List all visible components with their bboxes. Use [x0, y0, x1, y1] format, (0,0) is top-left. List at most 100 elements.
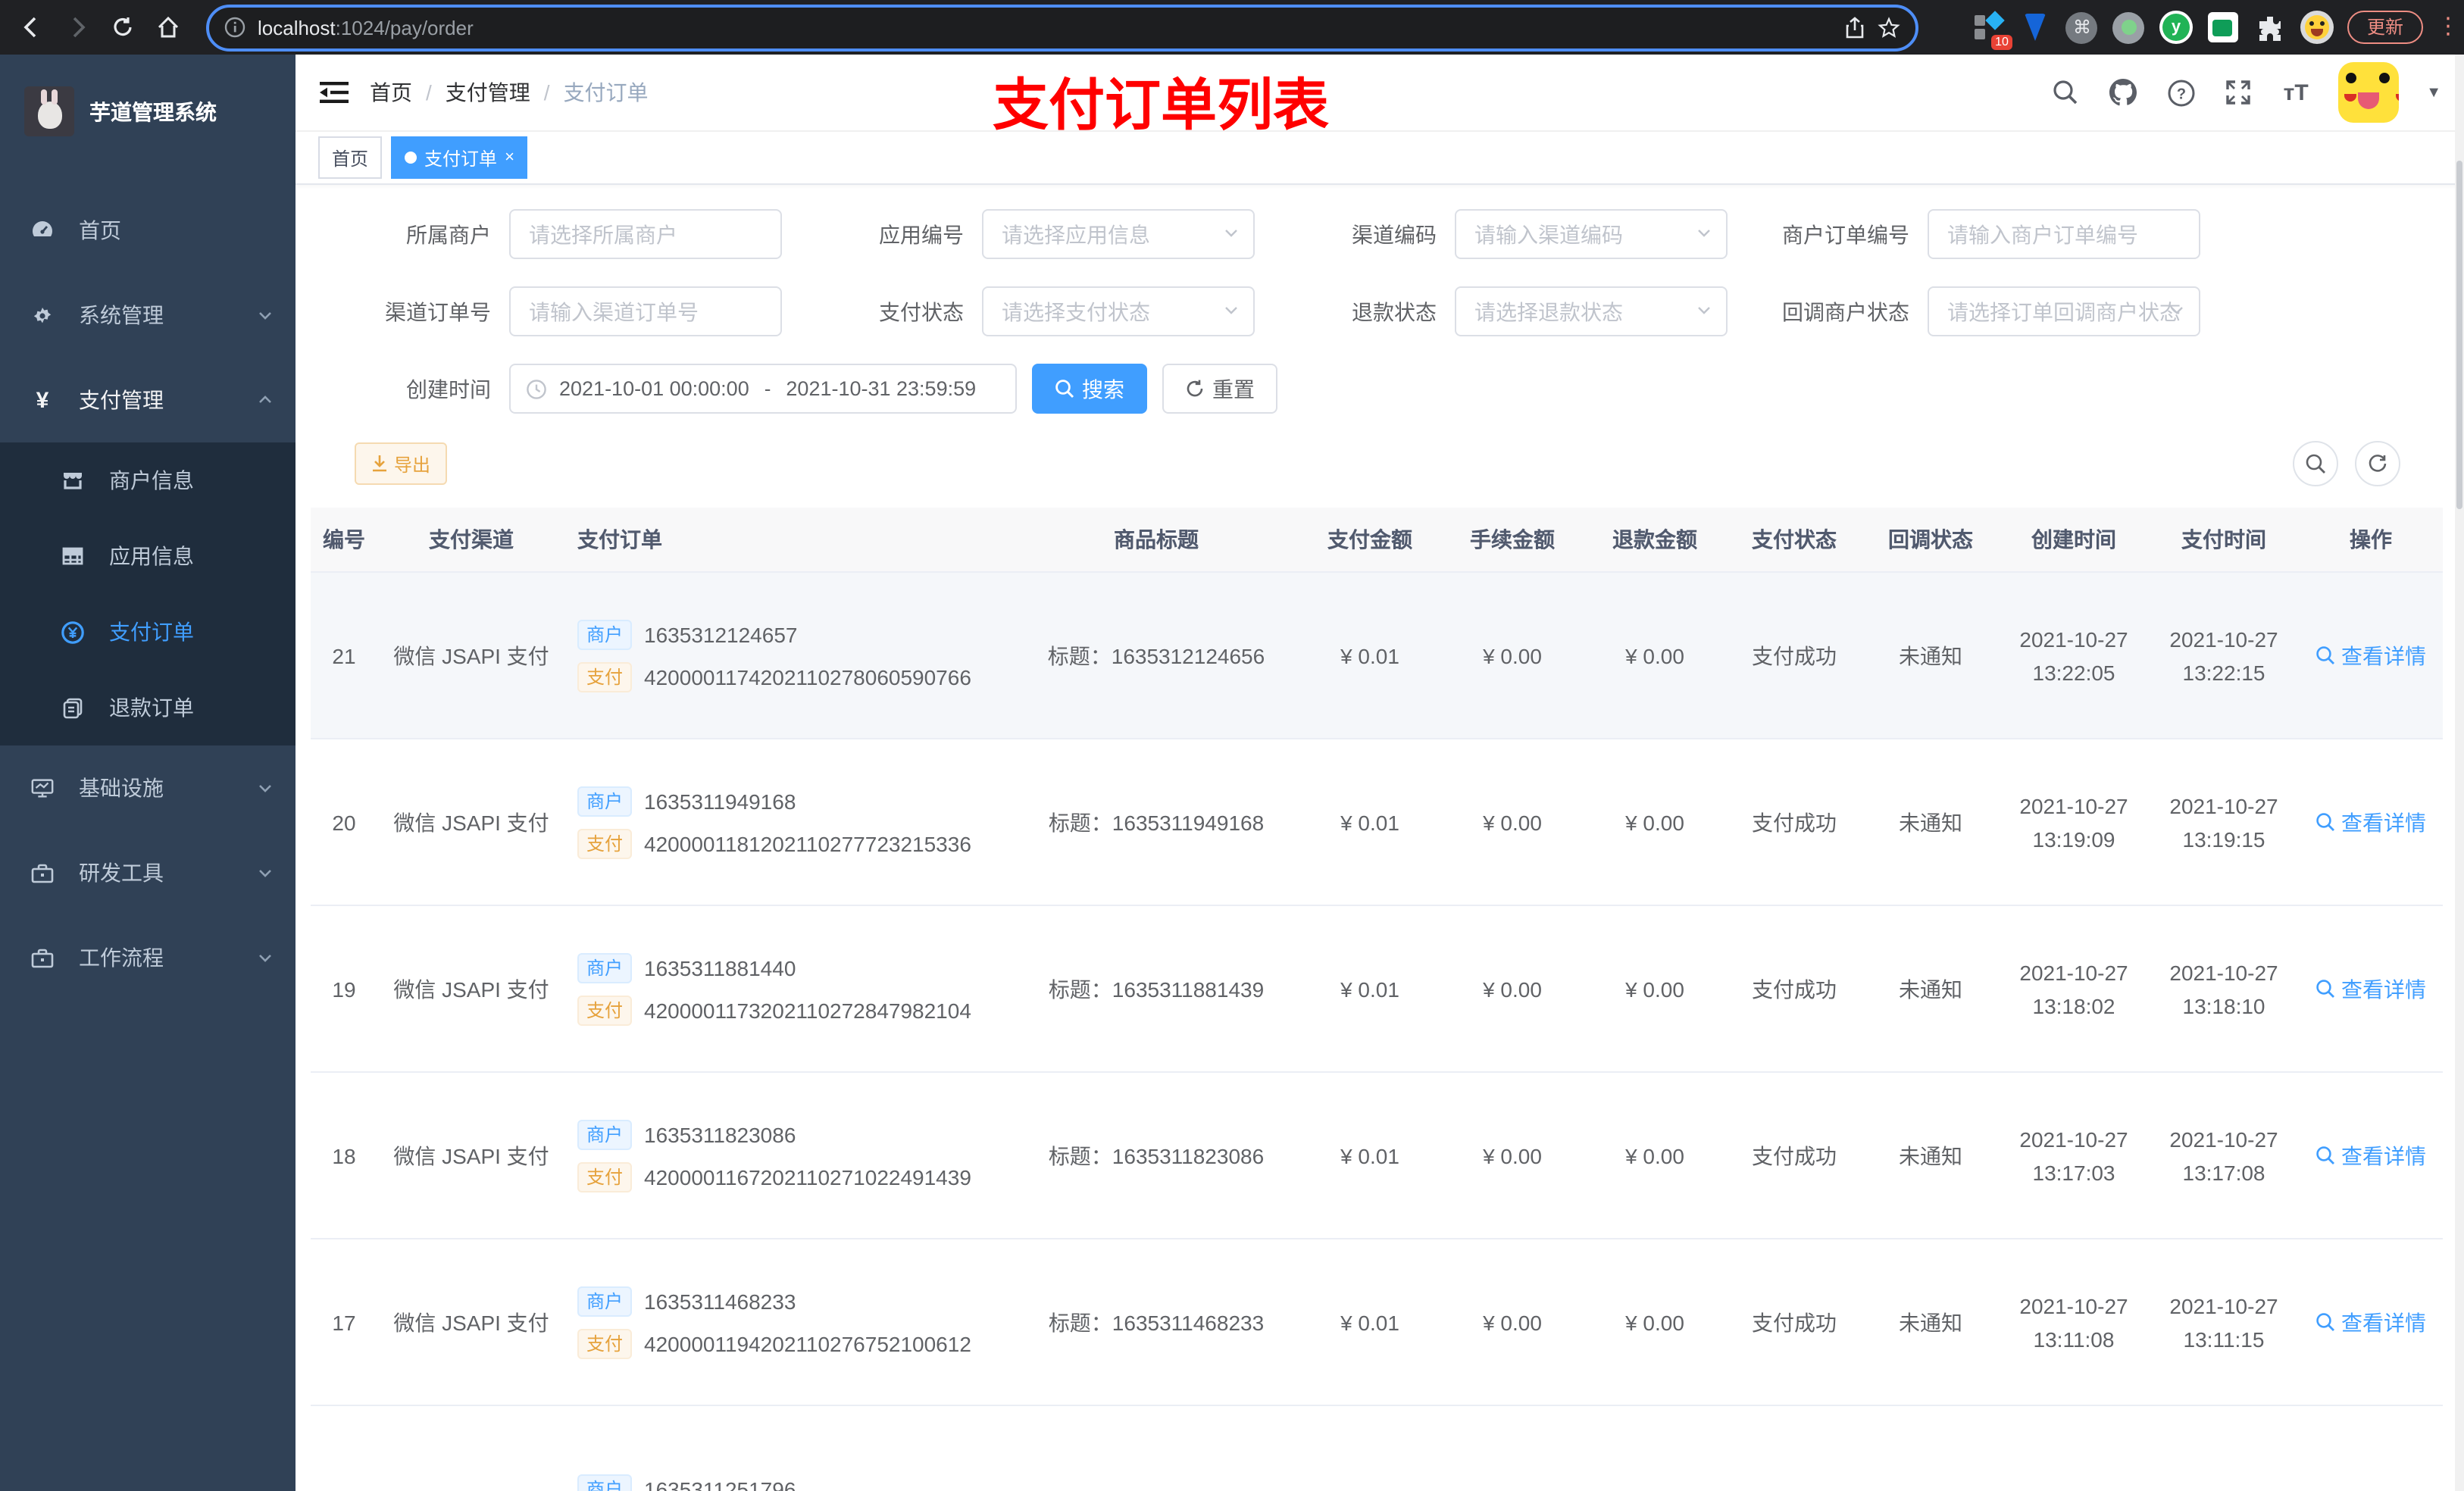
filter-select[interactable] — [1455, 286, 1728, 336]
url-bar[interactable]: localhost:1024/pay/order — [206, 4, 1918, 51]
pay-tag: 支付 — [577, 1161, 633, 1192]
share-icon[interactable] — [1844, 16, 1865, 39]
filter-input-field[interactable] — [1928, 209, 2200, 259]
extensions-puzzle-icon[interactable] — [2253, 11, 2287, 44]
bookmark-star-icon[interactable] — [1878, 16, 1900, 39]
chrome-update-button[interactable]: 更新 — [2347, 11, 2423, 44]
profile-avatar[interactable] — [2300, 11, 2334, 44]
reload-icon[interactable] — [103, 8, 142, 47]
filter-input[interactable] — [509, 286, 782, 336]
pay-order-line: 支付 4200001174202110278060590766 — [577, 661, 1008, 692]
cell-payStatus: 支付成功 — [1726, 1072, 1862, 1239]
extension-kite-icon[interactable] — [2018, 11, 2052, 44]
refresh-table-button[interactable] — [2355, 441, 2400, 486]
help-icon[interactable]: ? — [2165, 77, 2196, 108]
sidebar-item-dev-tools[interactable]: 研发工具 — [0, 830, 295, 915]
cell-amount: ¥ 0.01 — [1299, 739, 1441, 906]
filter-select[interactable] — [982, 286, 1255, 336]
tag-view-pay-order[interactable]: 支付订单 × — [391, 136, 528, 179]
cell-notifyStatus: 未通知 — [1862, 739, 1999, 906]
extension-chat-icon[interactable] — [2206, 11, 2240, 44]
sidebar-item-home[interactable]: 首页 — [0, 188, 295, 273]
cell-amount: ¥ 0.01 — [1299, 1239, 1441, 1406]
merchant-order-no: 1635312124657 — [644, 622, 798, 646]
filter-label: 退款状态 — [1352, 299, 1437, 324]
home-icon[interactable] — [149, 8, 188, 47]
sidebar-toggle-icon[interactable] — [318, 77, 349, 108]
page-scrollbar[interactable] — [2455, 55, 2464, 1491]
filter-label: 商户订单编号 — [1782, 222, 1909, 246]
view-detail-link[interactable]: 查看详情 — [2315, 807, 2426, 837]
forward-icon[interactable] — [58, 8, 97, 47]
app-logo[interactable]: 芋道管理系统 — [0, 55, 295, 167]
filter-select[interactable] — [982, 209, 1255, 259]
filter-input[interactable] — [509, 209, 782, 259]
filter-input-field[interactable] — [509, 209, 782, 259]
breadcrumb-payment[interactable]: 支付管理 — [446, 77, 530, 108]
search-button[interactable]: 搜索 — [1032, 364, 1147, 414]
cell-refund: ¥ 0.00 — [1584, 1239, 1726, 1406]
sidebar-item-payment[interactable]: ¥ 支付管理 — [0, 358, 295, 442]
header-search-icon[interactable] — [2050, 77, 2081, 108]
export-button[interactable]: 导出 — [355, 442, 448, 485]
close-icon[interactable]: × — [505, 148, 514, 166]
filter-input-field[interactable] — [982, 286, 1255, 336]
extension-devtools-icon[interactable]: 10 — [1972, 11, 2012, 50]
filter-input-field[interactable] — [1455, 286, 1728, 336]
tag-view-home[interactable]: 首页 — [318, 136, 383, 179]
view-detail-link[interactable]: 查看详情 — [2315, 1307, 2426, 1337]
cell-fee: ¥ 0.00 — [1441, 572, 1584, 739]
column-header-createTime: 创建时间 — [1999, 508, 2149, 573]
filter-input-field[interactable] — [982, 209, 1255, 259]
cell-refund: ¥ 0.00 — [1584, 572, 1726, 739]
view-detail-link[interactable]: 查看详情 — [2315, 1140, 2426, 1171]
cell-action: 查看详情 — [2299, 1239, 2443, 1406]
sidebar-item-merchant-info[interactable]: 商户信息 — [0, 442, 295, 518]
date-range-input[interactable]: 2021-10-01 00:00:00 - 2021-10-31 23:59:5… — [509, 364, 1017, 414]
filter-select[interactable] — [1928, 286, 2200, 336]
fullscreen-icon[interactable] — [2223, 77, 2253, 108]
view-detail-link[interactable]: 查看详情 — [2315, 640, 2426, 670]
sidebar-item-infrastructure[interactable]: 基础设施 — [0, 746, 295, 830]
user-avatar[interactable] — [2338, 62, 2400, 123]
sidebar-item-app-info[interactable]: 应用信息 — [0, 518, 295, 594]
cell-createTime: 2021-10-27 13:17:03 — [1999, 1072, 2149, 1239]
extension-command-icon[interactable]: ⌘ — [2065, 11, 2099, 44]
cell-amount: ¥ 0.01 — [1299, 1072, 1441, 1239]
cell-payStatus: 支付成功 — [1726, 572, 1862, 739]
filter-input-field[interactable] — [1928, 286, 2200, 336]
sidebar-item-pay-order[interactable]: 支付订单 — [0, 594, 295, 670]
filter-input-field[interactable] — [1455, 209, 1728, 259]
table-toolbar: 导出 — [311, 441, 2449, 486]
column-header-refund: 退款金额 — [1584, 508, 1726, 573]
filter-input[interactable] — [1928, 209, 2200, 259]
reset-button[interactable]: 重置 — [1162, 364, 1277, 414]
font-size-icon[interactable]: ᴛT — [2281, 77, 2311, 108]
filter-input-field[interactable] — [509, 286, 782, 336]
show-search-toggle-button[interactable] — [2293, 441, 2338, 486]
payment-submenu: 商户信息 应用信息 支付订单 退款订单 — [0, 442, 295, 746]
chrome-menu-icon[interactable]: ⋮ — [2437, 15, 2459, 38]
sidebar-item-system[interactable]: 系统管理 — [0, 273, 295, 358]
cell-payTime: 2021-10-27 13:18:10 — [2149, 905, 2299, 1073]
sidebar-item-refund-order[interactable]: 退款订单 — [0, 670, 295, 746]
filter-item: 渠道订单号 — [327, 286, 800, 336]
view-detail-link[interactable]: 查看详情 — [2315, 974, 2426, 1004]
avatar-caret-icon[interactable]: ▼ — [2426, 84, 2441, 101]
chevron-down-icon — [256, 779, 274, 797]
github-icon[interactable] — [2108, 77, 2138, 108]
grid-icon — [61, 544, 85, 568]
url-text: localhost:1024/pay/order — [258, 16, 474, 39]
back-icon[interactable] — [12, 8, 52, 47]
cell-payTime: 2021-10-27 13:17:08 — [2149, 1072, 2299, 1239]
breadcrumb-home[interactable]: 首页 — [370, 77, 412, 108]
merchant-tag: 商户 — [577, 952, 633, 983]
cell-payStatus: 支付成功 — [1726, 905, 1862, 1073]
filter-select[interactable] — [1455, 209, 1728, 259]
extension-recorder-icon[interactable] — [2112, 11, 2146, 44]
cell-createTime: 2021-10-27 13:22:05 — [1999, 572, 2149, 739]
filter-label: 所属商户 — [406, 222, 491, 246]
extension-yudao-icon[interactable]: y — [2159, 11, 2193, 44]
sidebar-item-workflow[interactable]: 工作流程 — [0, 915, 295, 1000]
site-info-icon[interactable] — [224, 17, 245, 38]
